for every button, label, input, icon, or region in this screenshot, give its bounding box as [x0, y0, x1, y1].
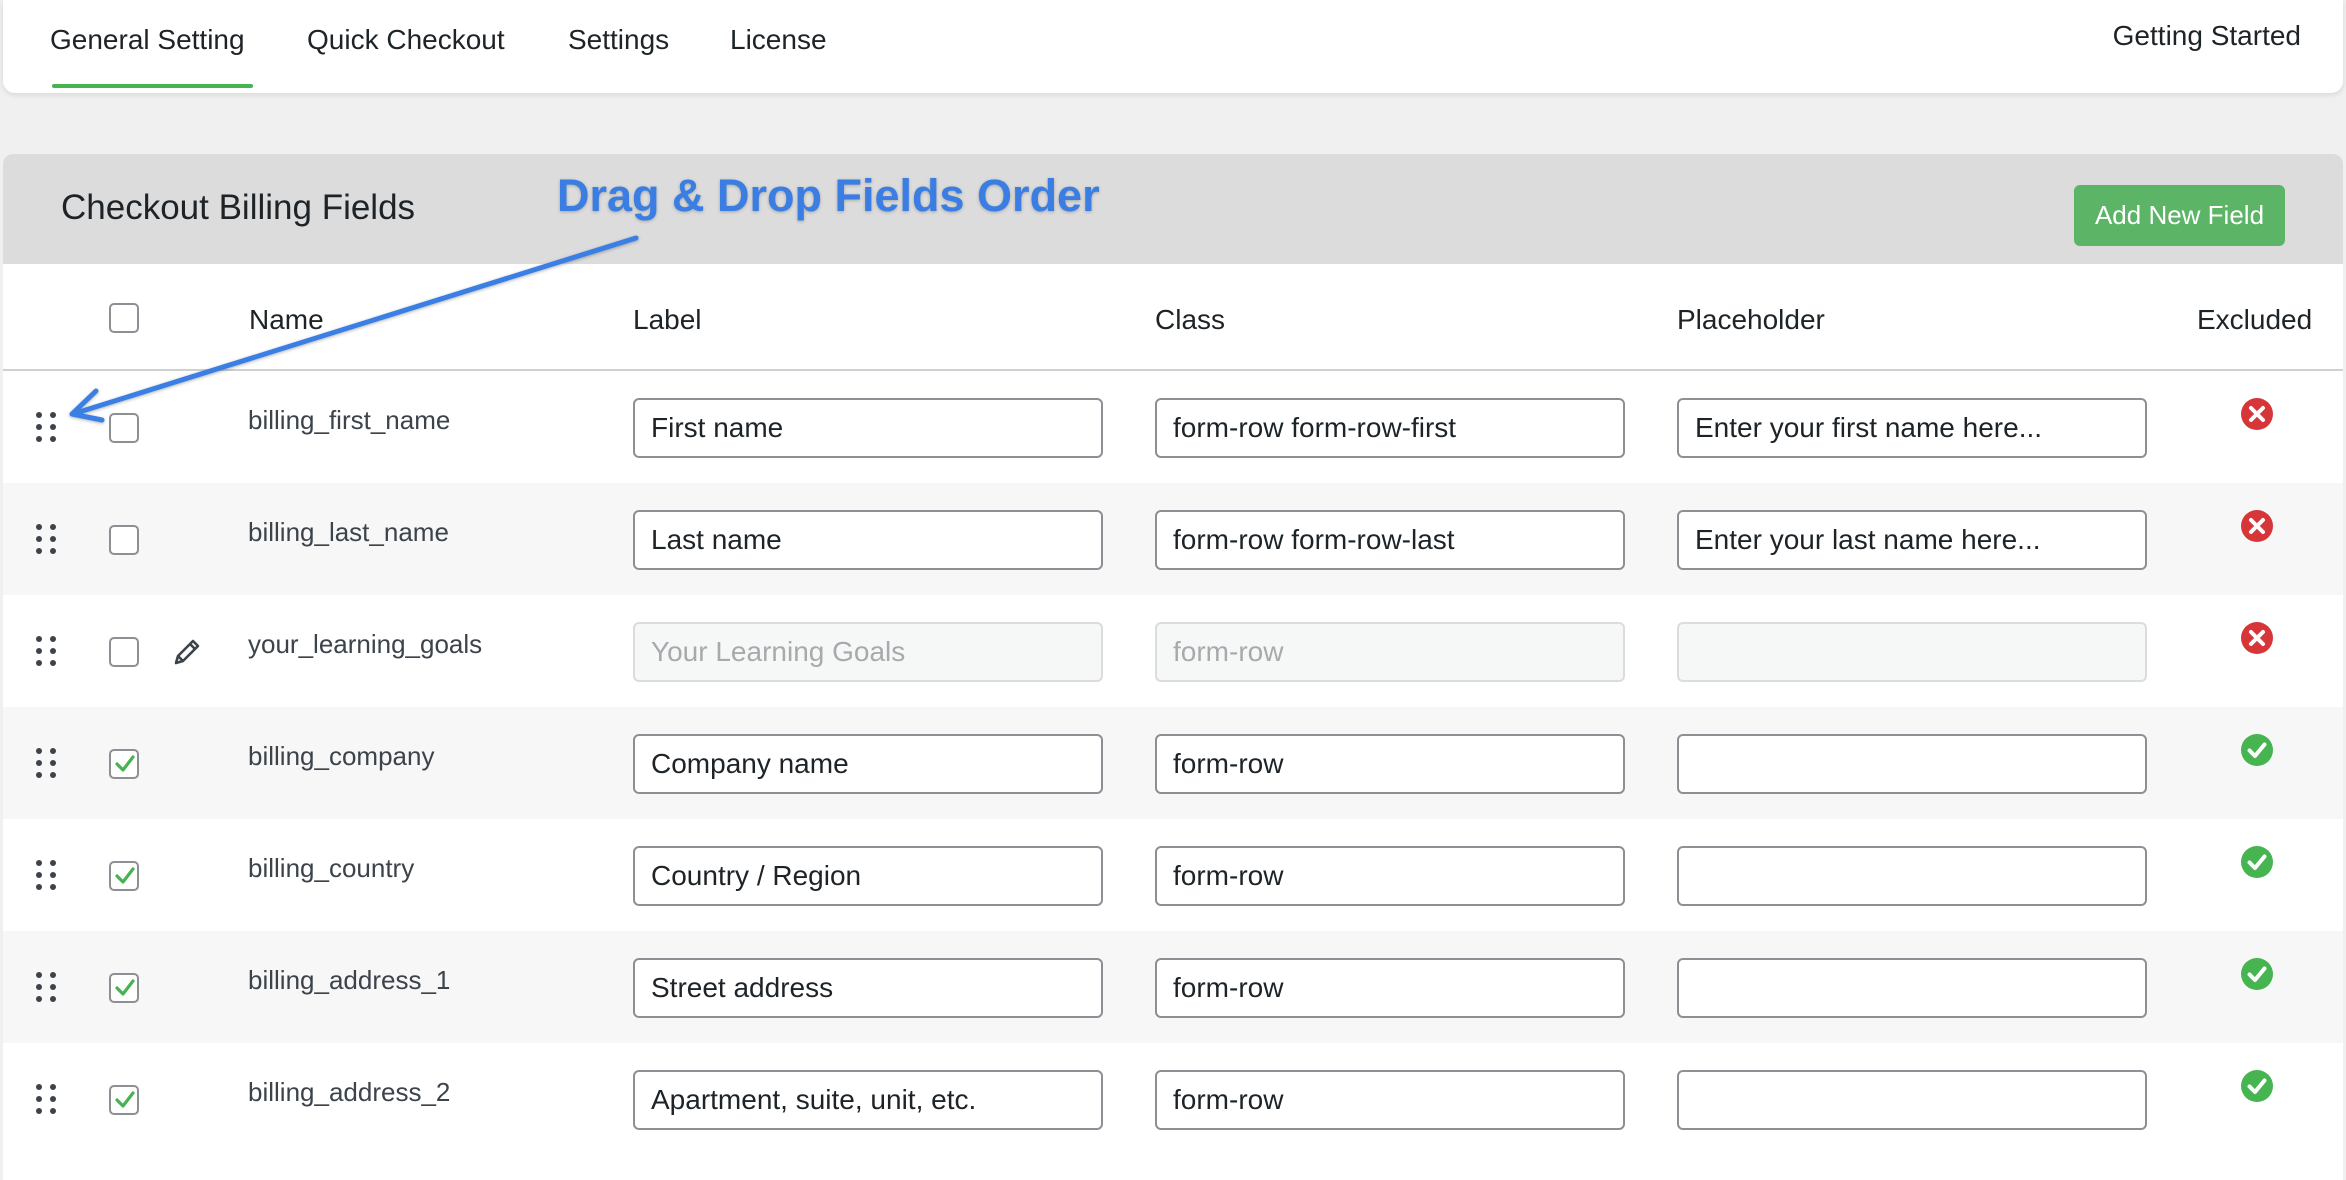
add-new-field-button[interactable]: Add New Field	[2074, 185, 2285, 246]
drag-handle-icon[interactable]	[33, 746, 59, 785]
drag-handle-icon[interactable]	[33, 1082, 59, 1121]
row-checkbox[interactable]	[109, 1085, 139, 1115]
field-name: billing_last_name	[248, 517, 449, 547]
x-circle-icon[interactable]	[2240, 397, 2274, 436]
label-input[interactable]	[633, 398, 1103, 458]
row-checkbox[interactable]	[109, 637, 139, 667]
column-header-excluded: Excluded	[2197, 304, 2313, 335]
field-name: billing_country	[248, 853, 415, 883]
placeholder-input[interactable]	[1677, 398, 2147, 458]
column-header-label: Label	[633, 304, 702, 335]
x-circle-icon[interactable]	[2240, 621, 2274, 660]
label-input[interactable]	[633, 1070, 1103, 1130]
table-row: billing_company	[3, 707, 2343, 819]
row-checkbox[interactable]	[109, 861, 139, 891]
check-circle-icon[interactable]	[2240, 957, 2274, 996]
panel-header: Checkout Billing Fields Add New Field	[3, 154, 2343, 264]
placeholder-input[interactable]	[1677, 1070, 2147, 1130]
select-all-checkbox[interactable]	[109, 303, 139, 333]
column-header-class: Class	[1155, 304, 1226, 335]
drag-handle-icon[interactable]	[33, 522, 59, 561]
label-input[interactable]	[633, 958, 1103, 1018]
table-row: billing_last_name	[3, 483, 2343, 595]
active-tab-indicator	[52, 84, 253, 88]
row-checkbox[interactable]	[109, 525, 139, 555]
label-input[interactable]	[633, 622, 1103, 682]
class-input[interactable]	[1155, 510, 1625, 570]
panel-title: Checkout Billing Fields	[61, 188, 416, 227]
tab-license[interactable]: License	[730, 24, 827, 56]
check-circle-icon[interactable]	[2240, 845, 2274, 884]
class-input[interactable]	[1155, 1070, 1625, 1130]
tab-settings[interactable]: Settings	[568, 24, 669, 56]
getting-started-link[interactable]: Getting Started	[2113, 20, 2301, 52]
check-circle-icon[interactable]	[2240, 733, 2274, 772]
field-name: billing_company	[248, 741, 435, 771]
label-input[interactable]	[633, 846, 1103, 906]
drag-handle-icon[interactable]	[33, 970, 59, 1009]
class-input[interactable]	[1155, 958, 1625, 1018]
table-row: billing_country	[3, 819, 2343, 931]
billing-fields-panel: Checkout Billing Fields Add New Field Na…	[3, 154, 2343, 1180]
class-input[interactable]	[1155, 846, 1625, 906]
placeholder-input[interactable]	[1677, 734, 2147, 794]
tab-general-setting[interactable]: General Setting	[50, 24, 245, 56]
field-name: billing_address_1	[248, 965, 451, 995]
drag-handle-icon[interactable]	[33, 410, 59, 449]
pencil-icon[interactable]	[171, 636, 203, 673]
row-checkbox[interactable]	[109, 973, 139, 1003]
placeholder-input[interactable]	[1677, 846, 2147, 906]
field-name: billing_address_2	[248, 1077, 451, 1107]
class-input[interactable]	[1155, 734, 1625, 794]
tab-quick-checkout[interactable]: Quick Checkout	[307, 24, 505, 56]
label-input[interactable]	[633, 734, 1103, 794]
row-checkbox[interactable]	[109, 413, 139, 443]
class-input[interactable]	[1155, 622, 1625, 682]
drag-handle-icon[interactable]	[33, 858, 59, 897]
column-header-name: Name	[249, 304, 324, 335]
table-row: billing_address_2	[3, 1043, 2343, 1155]
placeholder-input[interactable]	[1677, 510, 2147, 570]
label-input[interactable]	[633, 510, 1103, 570]
drag-drop-annotation: Drag & Drop Fields Order	[557, 170, 1100, 221]
table-header: Name Label Class Placeholder Excluded	[3, 264, 2343, 371]
class-input[interactable]	[1155, 398, 1625, 458]
table-row: billing_address_1	[3, 931, 2343, 1043]
column-header-placeholder: Placeholder	[1677, 304, 1825, 335]
drag-handle-icon[interactable]	[33, 634, 59, 673]
placeholder-input[interactable]	[1677, 958, 2147, 1018]
row-checkbox[interactable]	[109, 749, 139, 779]
table-row: billing_first_name	[3, 371, 2343, 483]
top-navigation: General Setting Quick Checkout Settings …	[3, 0, 2343, 93]
check-circle-icon[interactable]	[2240, 1069, 2274, 1108]
placeholder-input[interactable]	[1677, 622, 2147, 682]
field-name: your_learning_goals	[248, 629, 483, 659]
field-name: billing_first_name	[248, 405, 451, 435]
x-circle-icon[interactable]	[2240, 509, 2274, 548]
table-row: your_learning_goals	[3, 595, 2343, 707]
